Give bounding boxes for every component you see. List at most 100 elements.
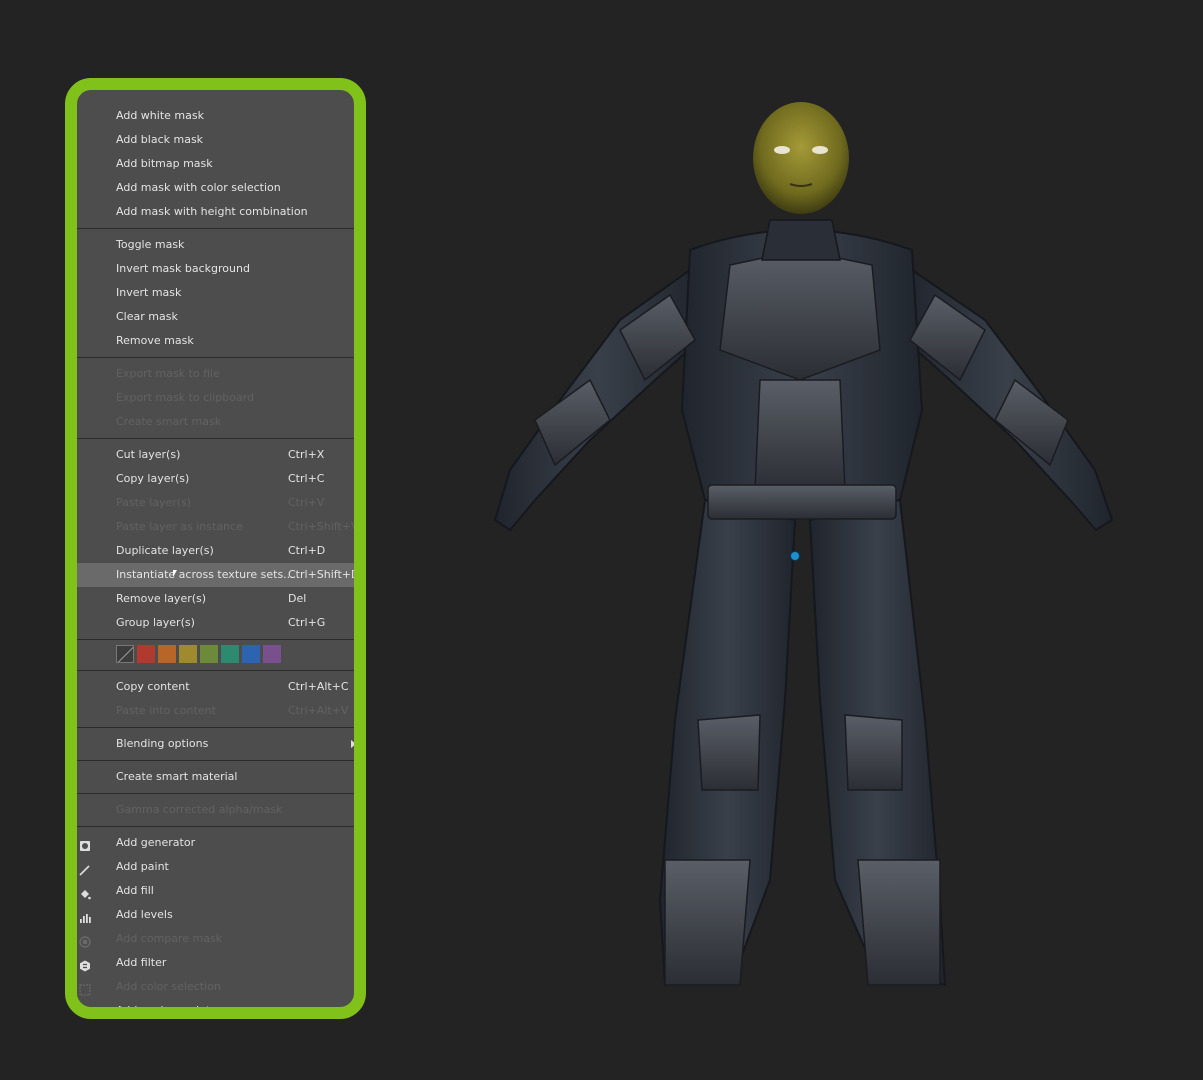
- menu-item-copy-content[interactable]: Copy content Ctrl+Alt+C: [77, 675, 354, 699]
- menu-separator: [77, 228, 354, 229]
- menu-item-shortcut: Ctrl+X: [288, 448, 325, 461]
- menu-item-shortcut: Ctrl+V: [288, 496, 325, 509]
- menu-item-export-mask-to-file: Export mask to file: [77, 362, 354, 386]
- menu-item-add-levels[interactable]: Add levels: [77, 903, 354, 927]
- color-swatch[interactable]: [263, 645, 281, 663]
- color-swatch[interactable]: [200, 645, 218, 663]
- menu-item-group-layer-s[interactable]: Group layer(s) Ctrl+G: [77, 611, 354, 635]
- menu-item-label: Paste layer(s): [116, 496, 192, 509]
- menu-item-add-black-mask[interactable]: Add black mask: [77, 128, 354, 152]
- menu-item-label: Add generator: [116, 836, 196, 849]
- filter-icon: [79, 957, 91, 972]
- menu-item-label: Clear mask: [116, 310, 178, 323]
- menu-item-blending-options[interactable]: Blending options: [77, 732, 354, 756]
- menu-item-copy-layer-s[interactable]: Copy layer(s) Ctrl+C: [77, 467, 354, 491]
- menu-item-invert-mask-background[interactable]: Invert mask background: [77, 257, 354, 281]
- menu-item-create-smart-material[interactable]: Create smart material: [77, 765, 354, 789]
- menu-item-add-filter[interactable]: Add filter: [77, 951, 354, 975]
- menu-item-cut-layer-s[interactable]: Cut layer(s) Ctrl+X: [77, 443, 354, 467]
- menu-item-label: Toggle mask: [116, 238, 185, 251]
- menu-separator: [77, 826, 354, 827]
- menu-item-add-compare-mask: Add compare mask: [77, 927, 354, 951]
- fill-bucket-icon: [79, 885, 91, 900]
- menu-item-label: Add fill: [116, 884, 154, 897]
- menu-separator: [77, 438, 354, 439]
- menu-item-add-bitmap-mask[interactable]: Add bitmap mask: [77, 152, 354, 176]
- menu-item-label: Paste into content: [116, 704, 216, 717]
- menu-item-paste-into-content: Paste into content Ctrl+Alt+V: [77, 699, 354, 723]
- context-menu-list: Add white mask Add black mask Add bitmap m…: [77, 90, 354, 1007]
- submenu-arrow-icon: [351, 740, 354, 748]
- menu-item-instantiate-across-texture-sets[interactable]: Instantiate across texture sets... Ctrl+S…: [77, 563, 354, 587]
- menu-item-shortcut: Ctrl+Alt+C: [288, 680, 349, 693]
- menu-item-add-white-mask[interactable]: Add white mask: [77, 104, 354, 128]
- menu-item-label: Add filter: [116, 956, 167, 969]
- menu-item-shortcut: Ctrl+Alt+V: [288, 704, 349, 717]
- menu-item-shortcut: Ctrl+Shift+D: [288, 568, 360, 581]
- color-swatch[interactable]: [137, 645, 155, 663]
- color-swatch[interactable]: [242, 645, 260, 663]
- menu-separator: [77, 670, 354, 671]
- menu-item-label: Add black mask: [116, 133, 204, 146]
- menu-item-label: Remove layer(s): [116, 592, 207, 605]
- menu-item-add-paint[interactable]: Add paint: [77, 855, 354, 879]
- menu-item-label: Add mask with height combination: [116, 205, 308, 218]
- color-swatch-none[interactable]: [116, 645, 134, 663]
- menu-separator: [77, 793, 354, 794]
- anchor-icon: [79, 1005, 91, 1007]
- color-selection-icon: [79, 981, 91, 996]
- menu-item-add-mask-with-height-combination[interactable]: Add mask with height combination: [77, 200, 354, 224]
- menu-item-label: Invert mask background: [116, 262, 250, 275]
- menu-item-export-mask-to-clipboard: Export mask to clipboard: [77, 386, 354, 410]
- menu-item-shortcut: Ctrl+G: [288, 616, 326, 629]
- paint-brush-icon: [79, 861, 91, 876]
- menu-separator: [77, 639, 354, 640]
- menu-item-label: Export mask to file: [116, 367, 220, 380]
- menu-item-add-mask-with-color-selection[interactable]: Add mask with color selection: [77, 176, 354, 200]
- menu-item-label: Cut layer(s): [116, 448, 181, 461]
- menu-item-invert-mask[interactable]: Invert mask: [77, 281, 354, 305]
- compare-mask-icon: [79, 933, 91, 948]
- menu-separator: [77, 727, 354, 728]
- menu-item-remove-mask[interactable]: Remove mask: [77, 329, 354, 353]
- menu-item-label: Add color selection: [116, 980, 221, 993]
- color-swatch[interactable]: [221, 645, 239, 663]
- menu-item-label: Add paint: [116, 860, 169, 873]
- menu-item-label: Copy content: [116, 680, 190, 693]
- menu-item-label: Create smart material: [116, 770, 238, 783]
- neck: [761, 219, 841, 261]
- menu-item-add-fill[interactable]: Add fill: [77, 879, 354, 903]
- menu-item-add-anchor-point[interactable]: Add anchor point: [77, 999, 354, 1017]
- color-tag-swatches: [77, 644, 354, 666]
- menu-item-shortcut: Ctrl+D: [288, 544, 326, 557]
- menu-item-paste-layer-as-instance: Paste layer as instance Ctrl+Shift+V: [77, 515, 354, 539]
- generator-icon: [79, 837, 91, 851]
- menu-item-label: Gamma corrected alpha/mask: [116, 803, 283, 816]
- menu-item-duplicate-layer-s[interactable]: Duplicate layer(s) Ctrl+D: [77, 539, 354, 563]
- 3d-viewport[interactable]: [440, 80, 1180, 1040]
- menu-item-label: Create smart mask: [116, 415, 222, 428]
- character-head: [753, 102, 849, 214]
- menu-separator: [77, 760, 354, 761]
- menu-item-add-generator[interactable]: Add generator: [77, 831, 354, 855]
- layer-context-menu: Add white mask Add black mask Add bitmap m…: [65, 78, 366, 1019]
- manipulator-pivot-icon[interactable]: [790, 551, 800, 561]
- menu-item-add-color-selection: Add color selection: [77, 975, 354, 999]
- menu-item-toggle-mask[interactable]: Toggle mask: [77, 233, 354, 257]
- menu-item-label: Duplicate layer(s): [116, 544, 214, 557]
- menu-item-label: Add anchor point: [116, 1004, 211, 1017]
- menu-item-label: Copy layer(s): [116, 472, 190, 485]
- menu-item-remove-layer-s[interactable]: Remove layer(s) Del: [77, 587, 354, 611]
- menu-item-label: Add white mask: [116, 109, 204, 122]
- menu-item-label: Group layer(s): [116, 616, 195, 629]
- color-swatch[interactable]: [158, 645, 176, 663]
- menu-item-label: Instantiate across texture sets...: [116, 568, 294, 581]
- menu-item-label: Add bitmap mask: [116, 157, 213, 170]
- menu-item-label: Export mask to clipboard: [116, 391, 255, 404]
- menu-item-label: Paste layer as instance: [116, 520, 243, 533]
- menu-item-clear-mask[interactable]: Clear mask: [77, 305, 354, 329]
- menu-item-label: Add mask with color selection: [116, 181, 281, 194]
- color-swatch[interactable]: [179, 645, 197, 663]
- menu-separator: [77, 357, 354, 358]
- menu-item-label: Remove mask: [116, 334, 194, 347]
